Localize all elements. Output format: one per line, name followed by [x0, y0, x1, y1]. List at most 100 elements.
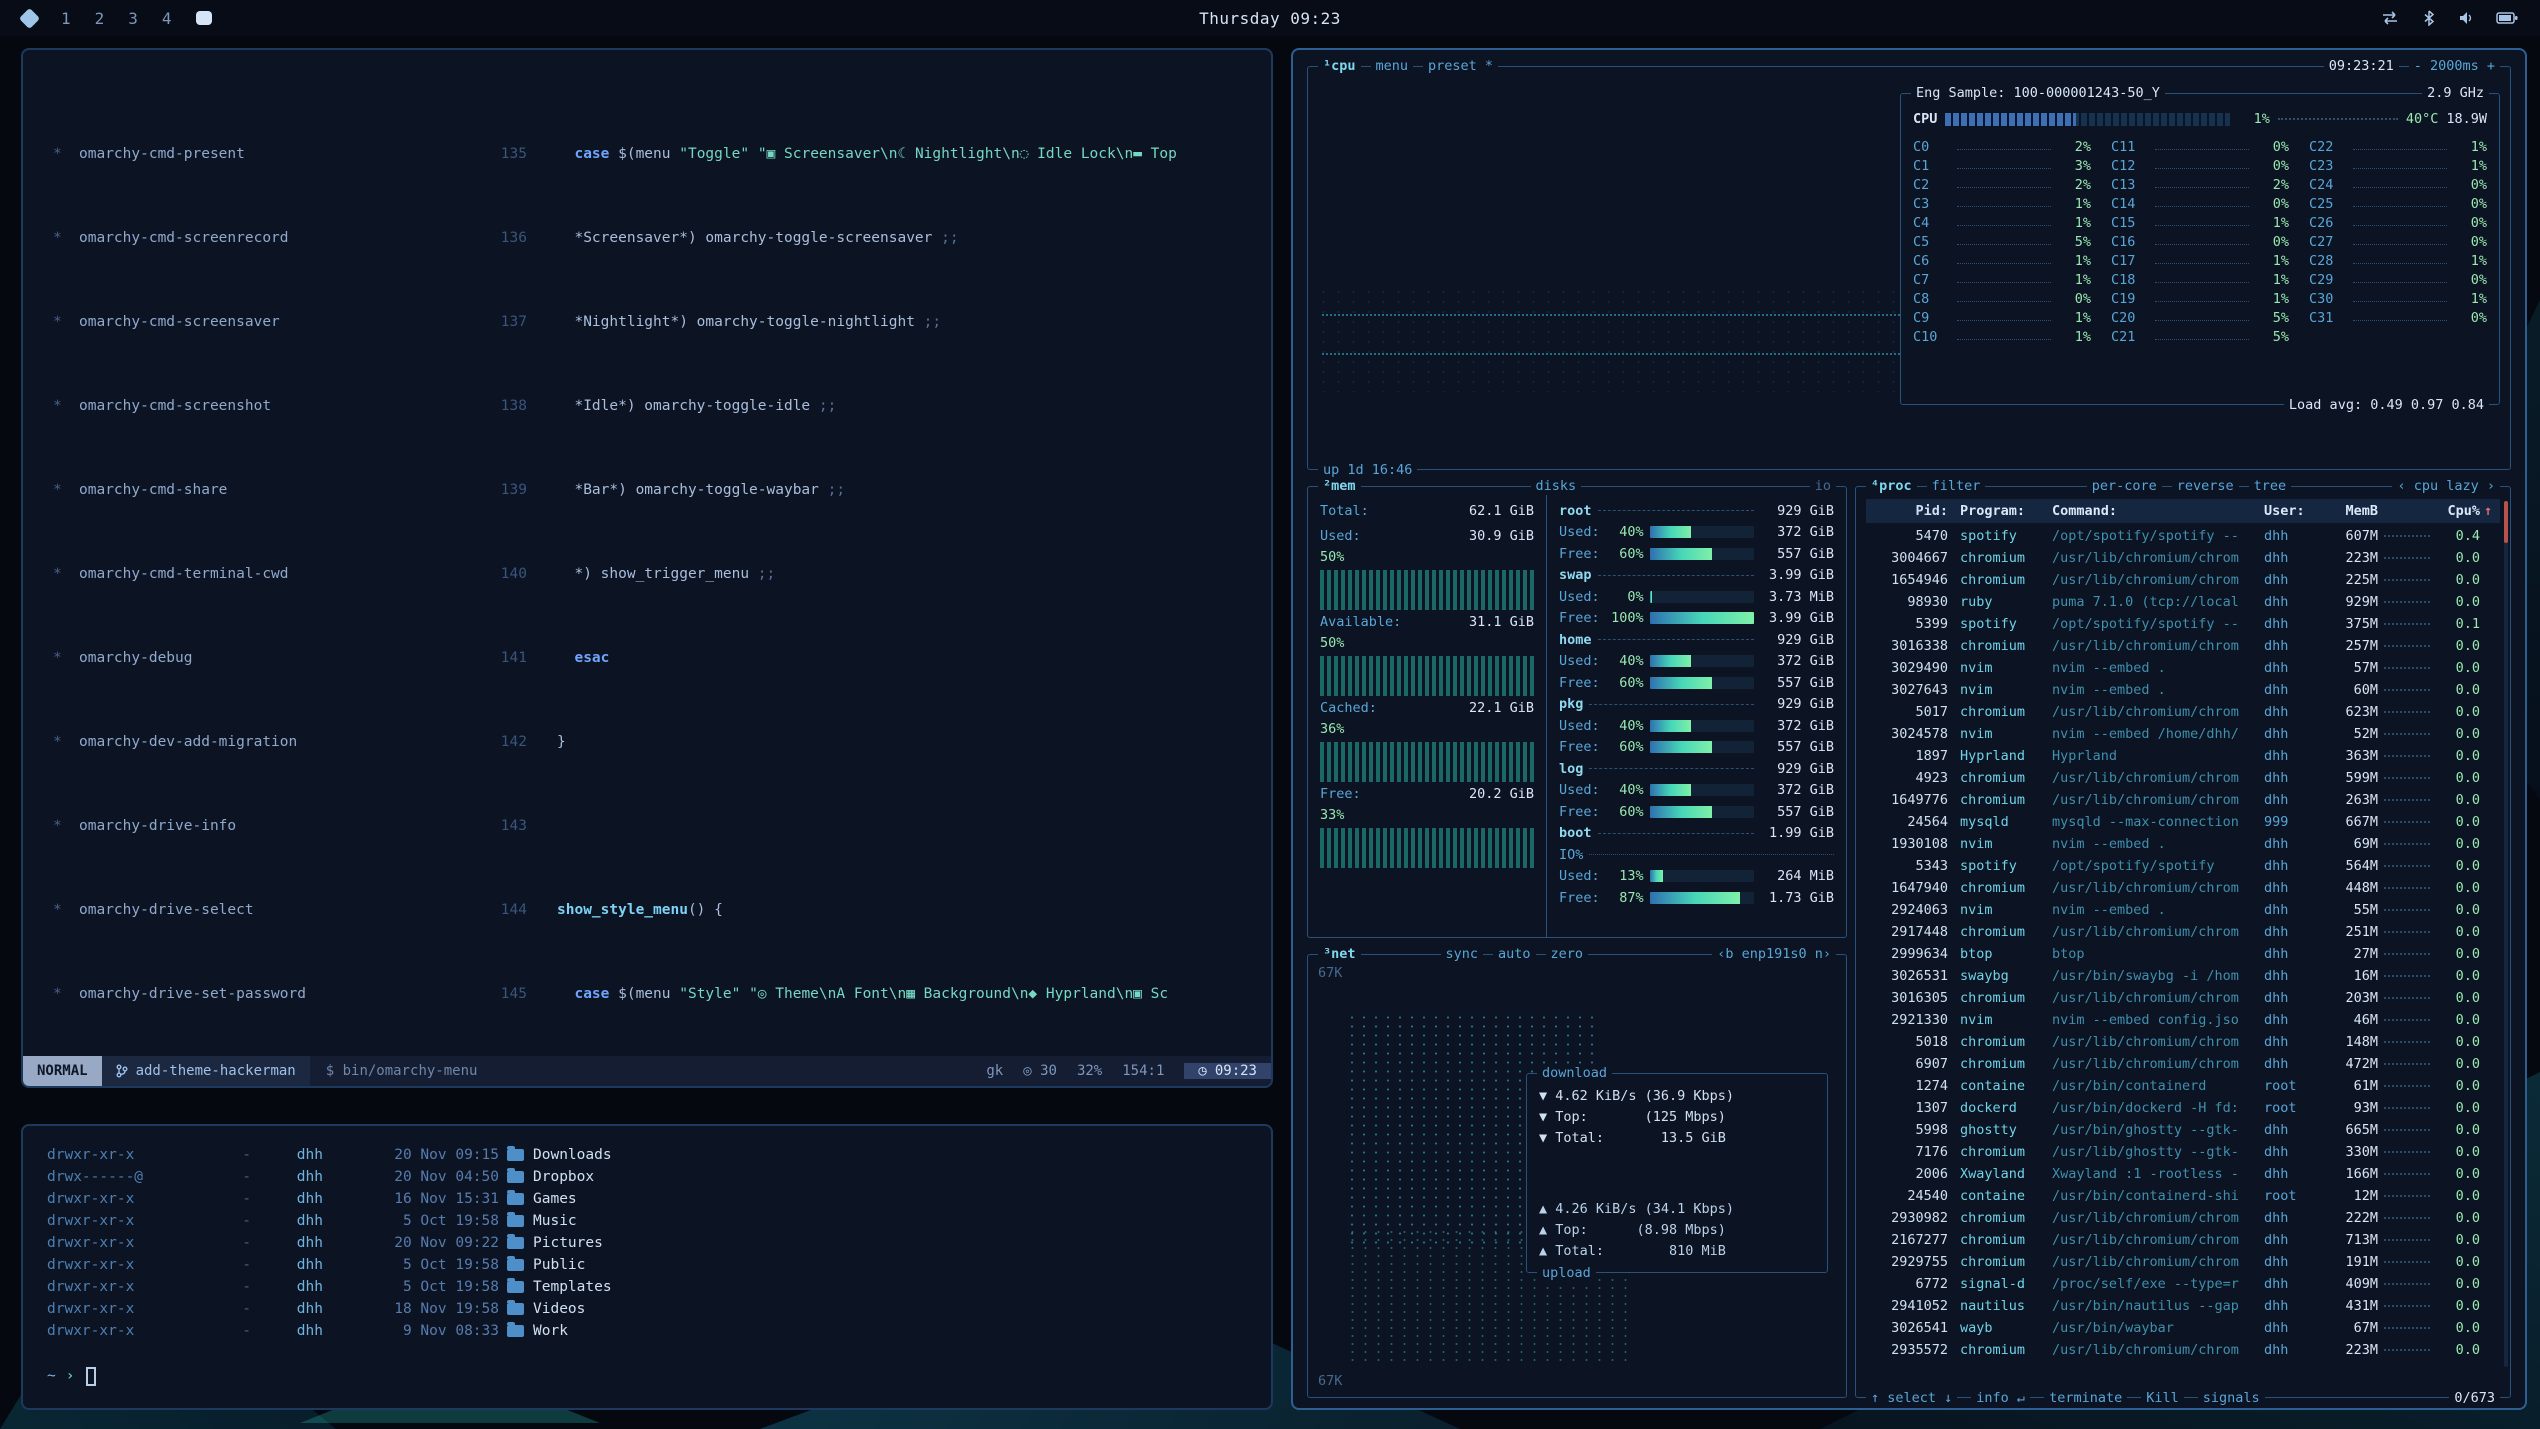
process-row[interactable]: 2935572 chromium /usr/lib/chromium/chrom…: [1866, 1339, 2500, 1361]
process-row[interactable]: 1307 dockerd /usr/bin/dockerd -H fd: roo…: [1866, 1097, 2500, 1119]
process-row[interactable]: 2941052 nautilus /usr/bin/nautilus --gap…: [1866, 1295, 2500, 1317]
code-line[interactable]: 137 *Nightlight*) omarchy-toggle-nightli…: [491, 312, 1271, 333]
file-tree-item[interactable]: * omarchy-dev-add-migration: [23, 732, 491, 753]
proc-tab[interactable]: ⁴proc: [1866, 477, 1917, 495]
process-row[interactable]: 7176 chromium /usr/lib/ghostty --gtk- dh…: [1866, 1141, 2500, 1163]
footer-action-button[interactable]: signals: [2198, 1389, 2265, 1407]
process-row[interactable]: 2929755 chromium /usr/lib/chromium/chrom…: [1866, 1251, 2500, 1273]
process-row[interactable]: 1647940 chromium /usr/lib/chromium/chrom…: [1866, 877, 2500, 899]
process-row[interactable]: 2167277 chromium /usr/lib/chromium/chrom…: [1866, 1229, 2500, 1251]
process-row[interactable]: 5470 spotify /opt/spotify/spotify -- dhh…: [1866, 525, 2500, 547]
footer-actions: ↑ select ↓ info ↵ terminate Kill signals: [1866, 1389, 2265, 1407]
per-core-toggle[interactable]: per-core: [2087, 477, 2162, 495]
process-row[interactable]: 24564 mysqld mysqld --max-connection 999…: [1866, 811, 2500, 833]
process-cpu: 0.0: [2436, 1012, 2480, 1028]
menu-button[interactable]: menu: [1371, 57, 1414, 75]
process-row[interactable]: 3029490 nvim nvim --embed . dhh 57M 0.0: [1866, 657, 2500, 679]
bluetooth-icon[interactable]: [2422, 10, 2436, 26]
tree-toggle[interactable]: tree: [2249, 477, 2292, 495]
process-row[interactable]: 2917448 chromium /usr/lib/chromium/chrom…: [1866, 921, 2500, 943]
update-interval-control[interactable]: - 2000ms +: [2409, 57, 2500, 75]
cpu-tab[interactable]: ¹cpu: [1318, 57, 1361, 75]
reverse-toggle[interactable]: reverse: [2172, 477, 2239, 495]
process-row[interactable]: 98930 ruby puma 7.1.0 (tcp://local dhh 9…: [1866, 591, 2500, 613]
io-toggle[interactable]: io: [1810, 477, 1836, 495]
file-tree-item[interactable]: * omarchy-cmd-share: [23, 480, 491, 501]
file-tree-item[interactable]: * omarchy-cmd-screenrecord: [23, 228, 491, 249]
process-row[interactable]: 2924063 nvim nvim --embed . dhh 55M 0.0: [1866, 899, 2500, 921]
code-line[interactable]: 139 *Bar*) omarchy-toggle-waybar ;;: [491, 480, 1271, 501]
workspace-number[interactable]: 3: [128, 9, 138, 28]
file-tree-item[interactable]: * omarchy-cmd-screenshot: [23, 396, 491, 417]
process-row[interactable]: 5343 spotify /opt/spotify/spotify dhh 56…: [1866, 855, 2500, 877]
workspace-number[interactable]: 2: [95, 9, 105, 28]
process-row[interactable]: 4923 chromium /usr/lib/chromium/chrom dh…: [1866, 767, 2500, 789]
file-tree-item[interactable]: * omarchy-drive-set-password: [23, 984, 491, 1005]
process-row[interactable]: 1930108 nvim nvim --embed . dhh 69M 0.0: [1866, 833, 2500, 855]
footer-action-button[interactable]: ↑ select ↓: [1866, 1389, 1957, 1407]
code-line[interactable]: 138 *Idle*) omarchy-toggle-idle ;;: [491, 396, 1271, 417]
process-memory: 409M: [2320, 1276, 2378, 1292]
code-line[interactable]: 135 case $(menu "Toggle" "▣ Screensaver\…: [491, 144, 1271, 165]
launcher-icon[interactable]: [19, 7, 40, 28]
process-cpu: 0.0: [2436, 1298, 2480, 1314]
process-row[interactable]: 3026531 swaybg /usr/bin/swaybg -i /hom d…: [1866, 965, 2500, 987]
process-row[interactable]: 5399 spotify /opt/spotify/spotify -- dhh…: [1866, 613, 2500, 635]
disks-toggle[interactable]: disks: [1531, 477, 1582, 495]
code-line[interactable]: 144 show_style_menu() {: [491, 900, 1271, 921]
process-row[interactable]: 5018 chromium /usr/lib/chromium/chrom dh…: [1866, 1031, 2500, 1053]
file-tree-item[interactable]: * omarchy-cmd-present: [23, 144, 491, 165]
process-row[interactable]: 3004667 chromium /usr/lib/chromium/chrom…: [1866, 547, 2500, 569]
footer-action-button[interactable]: info ↵: [1971, 1389, 2030, 1407]
process-row[interactable]: 3016305 chromium /usr/lib/chromium/chrom…: [1866, 987, 2500, 1009]
process-row[interactable]: 5998 ghostty /usr/bin/ghostty --gtk- dhh…: [1866, 1119, 2500, 1141]
process-row[interactable]: 2999634 btop btop dhh 27M 0.0: [1866, 943, 2500, 965]
code-line[interactable]: 143: [491, 816, 1271, 837]
audio-icon[interactable]: [2458, 10, 2474, 26]
process-row[interactable]: 1274 containe /usr/bin/containerd root 6…: [1866, 1075, 2500, 1097]
process-row[interactable]: 3027643 nvim nvim --embed . dhh 60M 0.0: [1866, 679, 2500, 701]
process-row[interactable]: 3026541 wayb /usr/bin/waybar dhh 67M 0.0: [1866, 1317, 2500, 1339]
mem-tab[interactable]: ²mem: [1318, 477, 1361, 495]
process-mem-graph: [2384, 1327, 2430, 1329]
process-row[interactable]: 1649776 chromium /usr/lib/chromium/chrom…: [1866, 789, 2500, 811]
process-row[interactable]: 5017 chromium /usr/lib/chromium/chrom dh…: [1866, 701, 2500, 723]
code-line[interactable]: 145 case $(menu "Style" "◎ Theme\nA Font…: [491, 984, 1271, 1005]
shell-prompt[interactable]: ~ ›: [47, 1364, 1247, 1388]
code-line[interactable]: 141 esac: [491, 648, 1271, 669]
filter-button[interactable]: filter: [1927, 477, 1986, 495]
file-tree-item[interactable]: * omarchy-cmd-screensaver: [23, 312, 491, 333]
file-tree-item[interactable]: * omarchy-drive-info: [23, 816, 491, 837]
process-row[interactable]: 6772 signal-d /proc/self/exe --type=r dh…: [1866, 1273, 2500, 1295]
process-command: btop: [2052, 946, 2264, 962]
process-row[interactable]: 2930982 chromium /usr/lib/chromium/chrom…: [1866, 1207, 2500, 1229]
code-line[interactable]: 142 }: [491, 732, 1271, 753]
process-row[interactable]: 3024578 nvim nvim --embed /home/dhh/ dhh…: [1866, 723, 2500, 745]
process-program: chromium: [1948, 792, 2052, 808]
process-row[interactable]: 2006 Xwayland Xwayland :1 -rootless - dh…: [1866, 1163, 2500, 1185]
process-row[interactable]: 24540 containe /usr/bin/containerd-shi r…: [1866, 1185, 2500, 1207]
code-line[interactable]: 136 *Screensaver*) omarchy-toggle-screen…: [491, 228, 1271, 249]
battery-icon[interactable]: [2496, 11, 2518, 25]
workspace-number[interactable]: 1: [61, 9, 71, 28]
workspace-number[interactable]: 4: [162, 9, 172, 28]
network-arrows-icon[interactable]: [2380, 10, 2400, 26]
core-percent: 1%: [2255, 215, 2289, 231]
file-tree-item[interactable]: * omarchy-cmd-terminal-cwd: [23, 564, 491, 585]
code-line[interactable]: 140 *) show_trigger_menu ;;: [491, 564, 1271, 585]
process-row[interactable]: 2921330 nvim nvim --embed config.jso dhh…: [1866, 1009, 2500, 1031]
footer-action-button[interactable]: Kill: [2141, 1389, 2184, 1407]
process-row[interactable]: 6907 chromium /usr/lib/chromium/chrom dh…: [1866, 1053, 2500, 1075]
sort-direction-icon[interactable]: ↑: [2480, 503, 2496, 519]
process-table-header[interactable]: Pid: Program: Command: User: MemB Cpu% ↑: [1866, 499, 2500, 523]
process-scrollbar[interactable]: [2504, 501, 2508, 1367]
process-row[interactable]: 1897 Hyprland Hyprland dhh 363M 0.0: [1866, 745, 2500, 767]
footer-action-button[interactable]: terminate: [2044, 1389, 2127, 1407]
preset-button[interactable]: preset *: [1423, 57, 1498, 75]
process-row[interactable]: 1654946 chromium /usr/lib/chromium/chrom…: [1866, 569, 2500, 591]
active-workspace-indicator[interactable]: [196, 11, 212, 25]
file-tree-item[interactable]: * omarchy-drive-select: [23, 900, 491, 921]
sort-mode-selector[interactable]: ‹ cpu lazy ›: [2392, 477, 2500, 495]
file-tree-item[interactable]: * omarchy-debug: [23, 648, 491, 669]
process-row[interactable]: 3016338 chromium /usr/lib/chromium/chrom…: [1866, 635, 2500, 657]
